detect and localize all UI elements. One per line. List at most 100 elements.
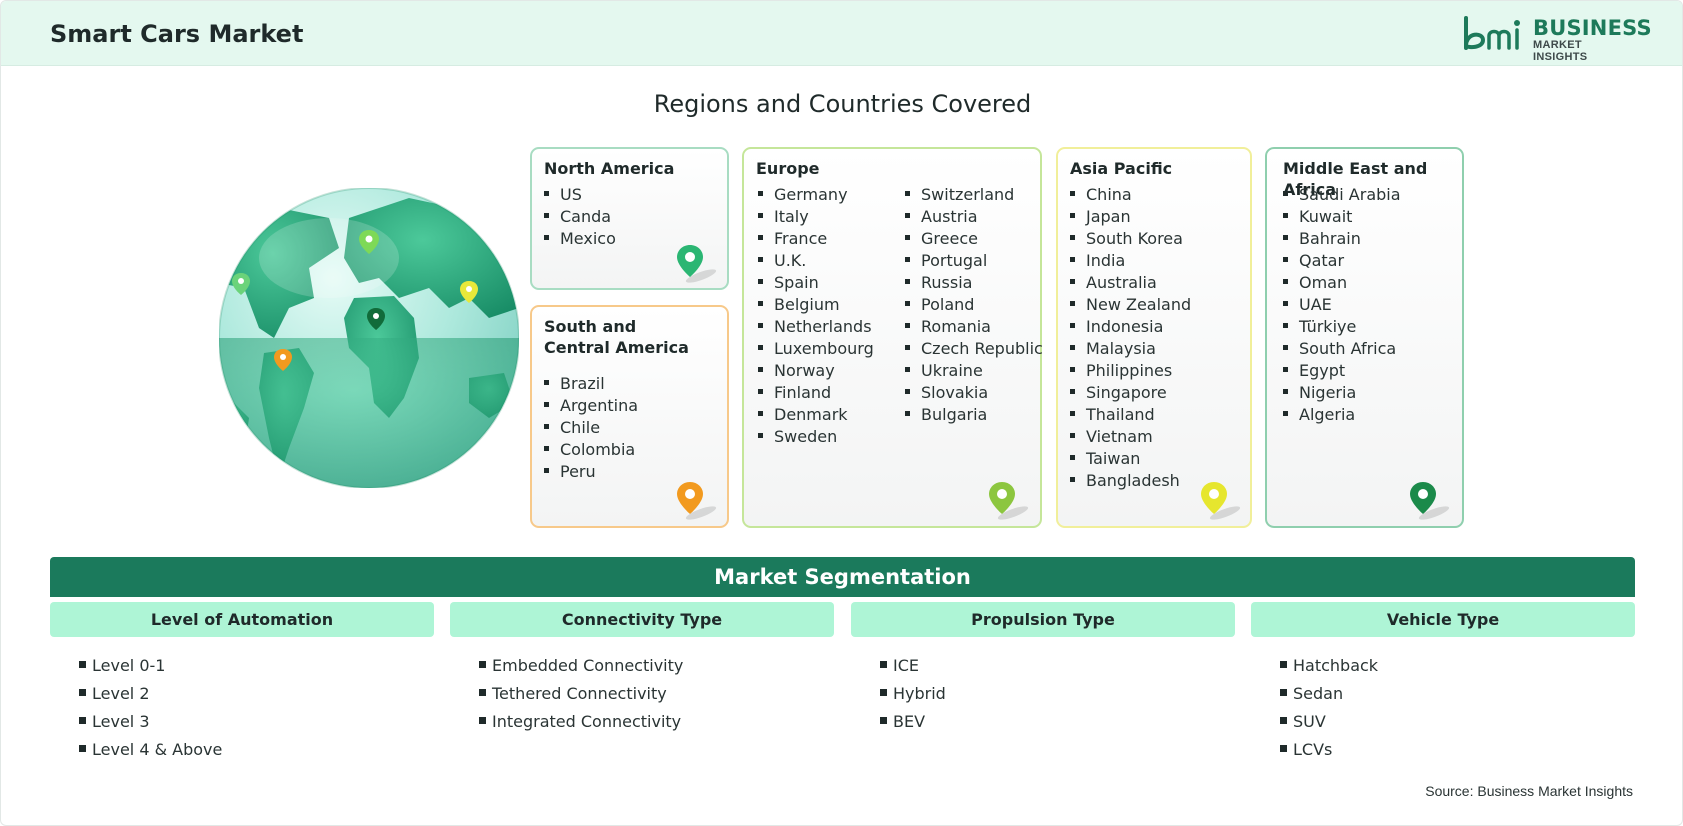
region-card-south-central-america: South and Central America Brazil Argenti… [530, 305, 729, 528]
list-item: Sedan [1280, 680, 1635, 708]
map-pin-icon [1410, 482, 1450, 520]
list-item: Japan [1070, 206, 1191, 228]
list-item: Kuwait [1283, 206, 1401, 228]
map-pin-icon [677, 245, 717, 283]
list-item: Australia [1070, 272, 1191, 294]
segment-header: Level of Automation [50, 602, 434, 637]
country-list-col1: Germany Italy France U.K. Spain Belgium … [758, 184, 874, 448]
list-item: Hatchback [1280, 652, 1635, 680]
segment-header: Propulsion Type [851, 602, 1235, 637]
region-card-middle-east-africa: Middle East and Africa Saudi Arabia Kuwa… [1265, 147, 1464, 528]
segment-list: Hatchback Sedan SUV LCVs [1251, 652, 1635, 764]
list-item: Nigeria [1283, 382, 1401, 404]
list-item: Türkiye [1283, 316, 1401, 338]
list-item: Qatar [1283, 250, 1401, 272]
bmi-logo-icon [1464, 16, 1520, 50]
list-item: Philippines [1070, 360, 1191, 382]
header-bar: Smart Cars Market BUSINESS MARKET INSIGH… [1, 1, 1682, 66]
list-item: Level 2 [79, 680, 434, 708]
list-item: Chile [544, 417, 638, 439]
map-pin-icon [1201, 482, 1241, 520]
segment-header: Vehicle Type [1251, 602, 1635, 637]
list-item: New Zealand [1070, 294, 1191, 316]
country-list: US Canda Mexico [544, 184, 616, 250]
list-item: Egypt [1283, 360, 1401, 382]
region-title: South and Central America [544, 316, 689, 358]
list-item: Algeria [1283, 404, 1401, 426]
country-list: China Japan South Korea India Australia … [1070, 184, 1191, 492]
list-item: Peru [544, 461, 638, 483]
list-item: Belgium [758, 294, 874, 316]
list-item: Finland [758, 382, 874, 404]
bmi-logo: BUSINESS MARKET INSIGHTS [1463, 16, 1652, 63]
list-item: South Korea [1070, 228, 1191, 250]
regions-title: Regions and Countries Covered [653, 90, 1032, 118]
logo-text-market-insights: MARKET INSIGHTS [1533, 39, 1588, 63]
segment-list: Embedded Connectivity Tethered Connectiv… [450, 652, 834, 736]
region-card-europe: Europe Germany Italy France U.K. Spain B… [742, 147, 1043, 528]
list-item: Norway [758, 360, 874, 382]
list-item: Malaysia [1070, 338, 1191, 360]
list-item: Sweden [758, 426, 874, 448]
segment-column-propulsion-type: Propulsion Type ICE Hybrid BEV [851, 602, 1235, 736]
list-item: Brazil [544, 373, 638, 395]
segment-column-connectivity-type: Connectivity Type Embedded Connectivity … [450, 602, 834, 736]
segment-header: Connectivity Type [450, 602, 834, 637]
list-item: Colombia [544, 439, 638, 461]
list-item: Netherlands [758, 316, 874, 338]
infographic-frame: Smart Cars Market BUSINESS MARKET INSIGH… [0, 0, 1683, 826]
list-item: Oman [1283, 272, 1401, 294]
page-title: Smart Cars Market [50, 20, 304, 48]
list-item: UAE [1283, 294, 1401, 316]
region-card-north-america: North America US Canda Mexico [530, 147, 729, 290]
list-item: Bulgaria [905, 404, 1043, 426]
source-note: Source: Business Market Insights [1425, 783, 1633, 799]
list-item: Portugal [905, 250, 1043, 272]
segment-column-vehicle-type: Vehicle Type Hatchback Sedan SUV LCVs [1251, 602, 1635, 764]
list-item: Indonesia [1070, 316, 1191, 338]
list-item: SUV [1280, 708, 1635, 736]
list-item: Level 3 [79, 708, 434, 736]
region-title-line1: South and [544, 317, 637, 336]
list-item: Mexico [544, 228, 616, 250]
list-item: Thailand [1070, 404, 1191, 426]
segmentation-title: Market Segmentation [50, 557, 1635, 597]
list-item: Tethered Connectivity [479, 680, 834, 708]
globe-illustration [218, 187, 520, 489]
map-pin-icon [677, 482, 717, 520]
list-item: US [544, 184, 616, 206]
list-item: Embedded Connectivity [479, 652, 834, 680]
list-item: Singapore [1070, 382, 1191, 404]
list-item: Romania [905, 316, 1043, 338]
list-item: Level 0-1 [79, 652, 434, 680]
list-item: U.K. [758, 250, 874, 272]
country-list: Brazil Argentina Chile Colombia Peru [544, 373, 638, 483]
list-item: Luxembourg [758, 338, 874, 360]
list-item: Ukraine [905, 360, 1043, 382]
list-item: Slovakia [905, 382, 1043, 404]
list-item: South Africa [1283, 338, 1401, 360]
list-item: Czech Republic [905, 338, 1043, 360]
list-item: Canda [544, 206, 616, 228]
country-list-col2: Switzerland Austria Greece Portugal Russ… [905, 184, 1043, 426]
segment-column-level-of-automation: Level of Automation Level 0-1 Level 2 Le… [50, 602, 434, 764]
list-item: Saudi Arabia [1283, 184, 1401, 206]
list-item: Level 4 & Above [79, 736, 434, 764]
list-item: Argentina [544, 395, 638, 417]
list-item: BEV [880, 708, 1235, 736]
list-item: LCVs [1280, 736, 1635, 764]
map-pin-icon [989, 482, 1029, 520]
list-item: Denmark [758, 404, 874, 426]
list-item: ICE [880, 652, 1235, 680]
list-item: Greece [905, 228, 1043, 250]
list-item: China [1070, 184, 1191, 206]
segment-list: ICE Hybrid BEV [851, 652, 1235, 736]
country-list: Saudi Arabia Kuwait Bahrain Qatar Oman U… [1283, 184, 1401, 426]
list-item: Poland [905, 294, 1043, 316]
region-title: North America [544, 159, 675, 178]
region-title: Europe [756, 159, 820, 178]
region-title-line2: Central America [544, 338, 689, 357]
list-item: Austria [905, 206, 1043, 228]
list-item: Bangladesh [1070, 470, 1191, 492]
segment-list: Level 0-1 Level 2 Level 3 Level 4 & Abov… [50, 652, 434, 764]
